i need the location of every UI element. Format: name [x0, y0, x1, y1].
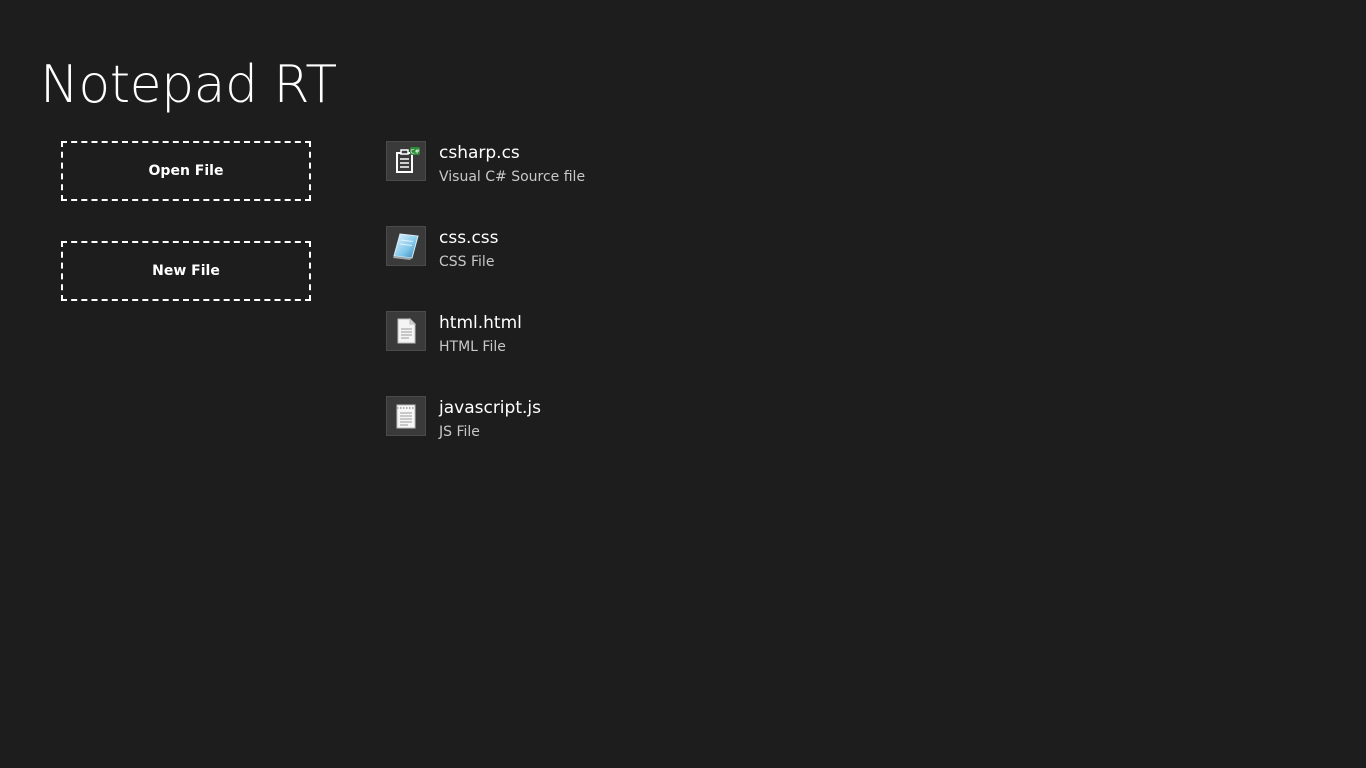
file-type: JS File: [439, 424, 480, 440]
app-window: Notepad RT Open File New File C# csharp.…: [0, 0, 1366, 768]
file-name: csharp.cs: [439, 143, 520, 163]
csharp-file-icon: C#: [386, 141, 426, 181]
file-type: HTML File: [439, 339, 506, 355]
js-file-icon: [386, 396, 426, 436]
file-item-html[interactable]: html.html HTML File: [386, 311, 585, 396]
file-name: html.html: [439, 313, 522, 333]
new-file-button[interactable]: New File: [61, 241, 311, 301]
file-name: javascript.js: [439, 398, 541, 418]
svg-text:C#: C#: [410, 149, 419, 156]
file-name: css.css: [439, 228, 499, 248]
file-type: CSS File: [439, 254, 495, 270]
file-item-css[interactable]: css.css CSS File: [386, 226, 585, 311]
file-type: Visual C# Source file: [439, 169, 586, 185]
file-item-javascript[interactable]: javascript.js JS File: [386, 396, 585, 481]
html-file-icon: [386, 311, 426, 351]
open-file-button[interactable]: Open File: [61, 141, 311, 201]
css-file-icon: [386, 226, 426, 266]
recent-files-list: C# csharp.cs Visual C# Source file css.c…: [386, 141, 585, 481]
app-title: Notepad RT: [40, 55, 337, 115]
file-item-csharp[interactable]: C# csharp.cs Visual C# Source file: [386, 141, 585, 226]
